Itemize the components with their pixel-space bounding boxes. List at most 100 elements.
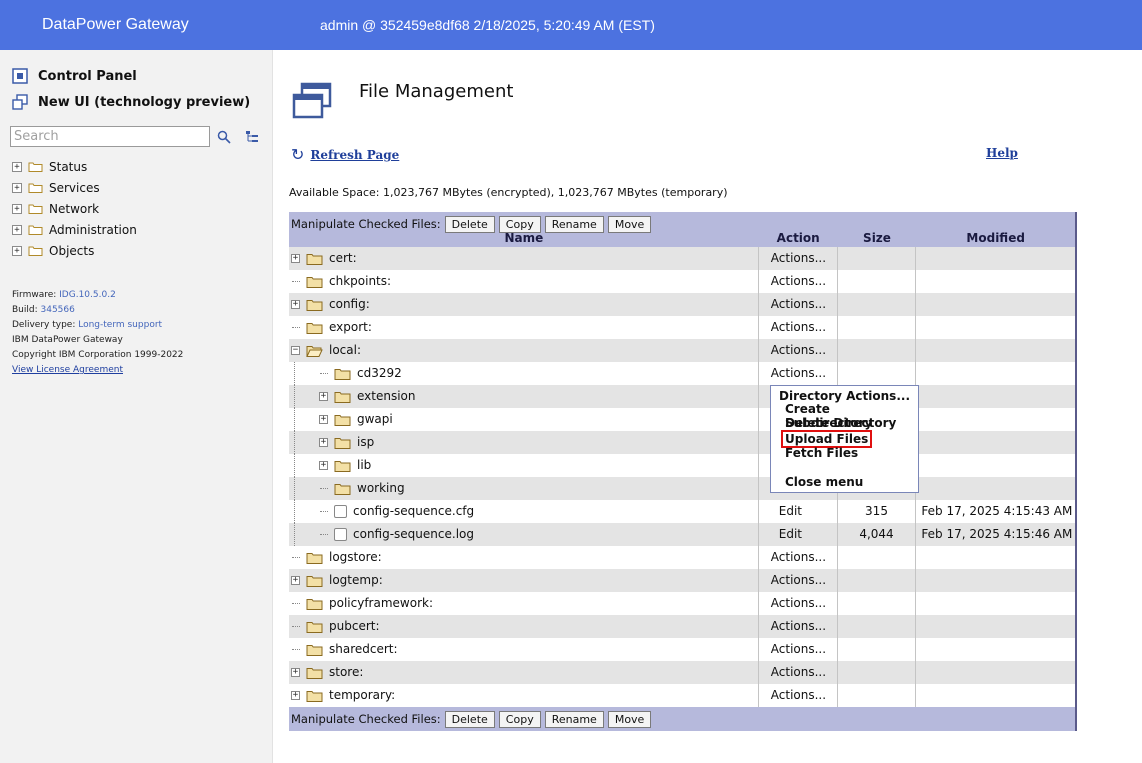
tree-node[interactable]: chkpoints: [291,270,391,293]
name-cell: working [289,477,759,500]
actions-link[interactable]: Actions... [759,293,838,316]
tree-node[interactable]: sharedcert: [291,638,398,661]
menu-header: Directory Actions... [779,389,910,403]
table-row: chkpoints: Actions... [289,270,1075,293]
rename-button[interactable]: Rename [544,710,604,728]
fetch-files-item[interactable]: Fetch Files [785,446,858,460]
nav-item-services[interactable]: + Services [12,177,137,198]
name-cell: + gwapi [289,408,759,431]
entry-name: logstore: [329,550,382,564]
nav-item-objects[interactable]: + Objects [12,240,137,261]
expand-icon[interactable]: + [319,461,328,470]
actions-link[interactable]: Actions... [759,362,838,385]
entry-name: pubcert: [329,619,380,633]
expand-icon[interactable]: + [319,438,328,447]
actions-link[interactable]: Actions... [759,546,838,569]
delete-button[interactable]: Delete [444,710,495,728]
tree-node[interactable]: + cert: [291,247,357,270]
tree-node[interactable]: working [319,477,405,500]
folder-icon [28,225,43,235]
expand-icon[interactable]: + [291,300,300,309]
expand-icon[interactable]: + [291,668,300,677]
expand-icon[interactable]: + [12,224,22,235]
expand-icon[interactable]: + [12,161,22,172]
expand-icon[interactable]: + [291,691,300,700]
actions-link[interactable]: Actions... [759,316,838,339]
help-link[interactable]: Help [986,146,1018,160]
expand-icon[interactable]: + [12,203,22,214]
delete-directory-item[interactable]: Delete Directory [785,416,896,430]
search-icon[interactable] [217,130,231,144]
tree-node[interactable]: export: [291,316,372,339]
actions-link[interactable]: Actions... [759,247,838,270]
tree-line [294,523,295,546]
build-line: Build: 345566 [12,305,75,315]
tree-node[interactable]: policyframework: [291,592,433,615]
tree-node[interactable]: + config: [291,293,370,316]
refresh-page-link[interactable]: ↻ Refresh Page [291,147,399,163]
close-menu-item[interactable]: Close menu [785,475,863,489]
tree-node[interactable]: + logtemp: [291,569,383,592]
firmware-line: Firmware: IDG.10.5.0.2 [12,290,116,300]
expand-icon[interactable]: + [291,254,300,263]
tree-line [294,408,295,431]
actions-link[interactable]: Actions... [759,615,838,638]
tree-node[interactable]: + gwapi [319,408,393,431]
actions-link[interactable]: Actions... [759,569,838,592]
table-row: + logtemp: Actions... [289,569,1075,592]
actions-link[interactable]: Actions... [759,638,838,661]
folder-icon [28,162,43,172]
actions-link[interactable]: Actions... [759,339,838,362]
nav-label: Network [49,201,100,216]
expand-icon[interactable]: + [291,576,300,585]
actions-link[interactable]: Actions... [759,592,838,615]
size-cell [838,615,917,638]
table-row: export: Actions... [289,316,1075,339]
control-panel-link[interactable]: Control Panel [12,68,137,84]
modified-cell [916,385,1075,408]
tree-node[interactable]: cd3292 [319,362,402,385]
tree-node[interactable]: config-sequence.cfg [319,500,474,523]
expand-icon[interactable]: + [319,392,328,401]
tree-line [294,500,295,523]
col-size[interactable]: Size [838,230,917,247]
tree-node[interactable]: + extension [319,385,416,408]
col-name[interactable]: Name [289,230,759,247]
tree-node[interactable]: + isp [319,431,374,454]
tree-node[interactable]: + store: [291,661,363,684]
edit-link[interactable]: Edit [759,500,838,523]
firmware-value: IDG.10.5.0.2 [59,290,116,300]
tree-view-icon[interactable] [245,130,259,144]
expand-icon[interactable]: + [12,245,22,256]
collapse-icon[interactable]: − [291,346,300,355]
search-input[interactable] [11,127,209,146]
folder-icon [306,552,323,564]
nav-item-status[interactable]: + Status [12,156,137,177]
tree-node[interactable]: config-sequence.log [319,523,474,546]
edit-link[interactable]: Edit [759,523,838,546]
nav-item-administration[interactable]: + Administration [12,219,137,240]
name-cell: + store: [289,661,759,684]
nav-item-network[interactable]: + Network [12,198,137,219]
actions-link[interactable]: Actions... [759,684,838,707]
tree-node[interactable]: logstore: [291,546,382,569]
new-ui-label: New UI (technology preview) [38,94,251,110]
tree-node[interactable]: + lib [319,454,371,477]
expand-icon[interactable]: + [319,415,328,424]
actions-link[interactable]: Actions... [759,661,838,684]
tree-node[interactable]: pubcert: [291,615,380,638]
license-link[interactable]: View License Agreement [12,365,123,375]
table-row: + cert: Actions... [289,247,1075,270]
copy-button[interactable]: Copy [498,710,541,728]
expand-icon[interactable]: + [12,182,22,193]
file-checkbox[interactable] [334,505,347,518]
move-button[interactable]: Move [607,710,652,728]
new-ui-link[interactable]: New UI (technology preview) [12,94,250,110]
col-modified[interactable]: Modified [916,230,1075,247]
tree-node[interactable]: − local: [291,339,361,362]
file-checkbox[interactable] [334,528,347,541]
tree-node[interactable]: + temporary: [291,684,395,707]
actions-link[interactable]: Actions... [759,270,838,293]
name-cell: + extension [289,385,759,408]
table-row: workingActions... [289,477,1075,500]
